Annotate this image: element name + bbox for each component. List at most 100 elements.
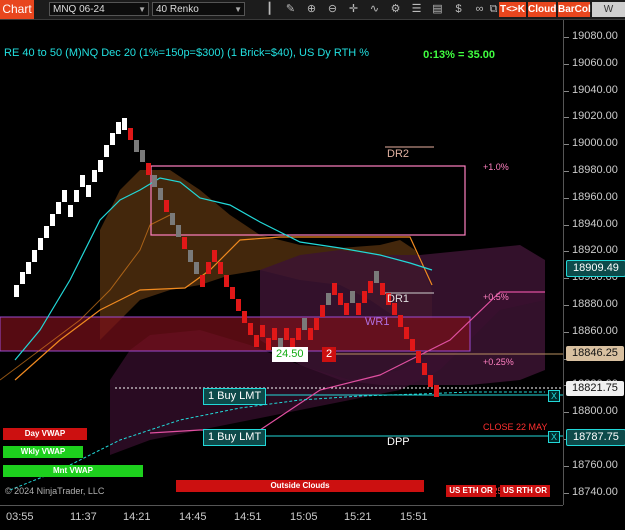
renko-brick-down xyxy=(176,225,181,237)
price-tick-label: 18940.00 xyxy=(572,217,618,230)
renko-brick-down xyxy=(368,281,373,293)
chart-toolbar: Chart MNQ 06-24 ▼ 40 Renko ▼ ┃ ✎ ⊕ ⊖ ✛ ∿… xyxy=(0,0,625,30)
renko-brick-down xyxy=(416,351,421,363)
link-icon[interactable]: ∞ xyxy=(472,2,487,17)
renko-brick-up xyxy=(26,262,31,274)
wkly-vwap-tag: Wkly VWAP xyxy=(3,446,83,458)
last-price-marker: 18821.75 xyxy=(566,381,624,396)
position-qty-box[interactable]: 2 xyxy=(322,347,337,362)
time-axis[interactable]: 03:55 11:37 14:21 14:45 14:51 15:05 15:2… xyxy=(0,505,563,530)
renko-brick-up xyxy=(92,170,97,182)
close-label: CLOSE 22 MAY xyxy=(483,422,548,432)
price-tick-label: 18740.00 xyxy=(572,485,618,498)
pct-025-label: +0.25% xyxy=(483,357,514,367)
renko-brick-down xyxy=(194,262,199,274)
renko-brick-down xyxy=(356,303,361,315)
renko-brick-down xyxy=(230,287,235,299)
indicators-icon[interactable]: ∿ xyxy=(367,2,382,17)
chart-menu-button[interactable]: Chart xyxy=(0,0,34,19)
tan-price-marker: 18846.25 xyxy=(566,346,624,361)
renko-brick-up xyxy=(116,122,121,134)
chart-title: RE 40 to 50 (M)NQ Dec 20 (1%=150p=$300) … xyxy=(4,47,370,59)
renko-brick-down xyxy=(332,283,337,295)
renko-brick-down xyxy=(350,291,355,303)
renko-brick-down xyxy=(362,291,367,303)
pct-05-label: +0.5% xyxy=(483,292,509,302)
barcol-toggle-button[interactable]: BarCol xyxy=(558,2,591,17)
order-price-marker: 18787.75 xyxy=(566,429,625,446)
renko-brick-up xyxy=(32,250,37,262)
crosshair-icon[interactable]: ✛ xyxy=(346,2,361,17)
cancel-order-button-2[interactable]: X xyxy=(548,431,560,443)
instrument-selector[interactable]: MNQ 06-24 ▼ xyxy=(49,2,149,16)
us-rth-or-tag: US RTH OR xyxy=(500,485,550,497)
zoom-in-icon[interactable]: ⊕ xyxy=(304,2,319,17)
price-tick-label: 19000.00 xyxy=(572,137,618,150)
current-price-marker: 18909.49 xyxy=(566,260,625,277)
renko-brick-up xyxy=(86,185,91,197)
cancel-order-button-1[interactable]: X xyxy=(548,390,560,402)
renko-brick-up xyxy=(74,190,79,202)
price-tick-label: 18980.00 xyxy=(572,164,618,176)
price-tick-mark xyxy=(564,465,569,467)
chevron-down-icon: ▼ xyxy=(138,5,146,14)
renko-brick-down xyxy=(308,328,313,340)
renko-brick-down xyxy=(302,318,307,330)
renko-brick-down xyxy=(344,303,349,315)
renko-brick-down xyxy=(380,283,385,295)
renko-brick-down xyxy=(164,200,169,212)
price-chart-panel[interactable]: RE 40 to 50 (M)NQ Dec 20 (1%=150p=$300) … xyxy=(0,20,563,505)
price-tick-mark xyxy=(564,197,569,199)
tk-toggle-button[interactable]: T<>K xyxy=(499,2,526,17)
renko-brick-down xyxy=(398,315,403,327)
buy-limit-order-1[interactable]: 1 Buy LMT xyxy=(203,388,267,405)
renko-brick-down xyxy=(152,175,157,187)
instrument-value: MNQ 06-24 xyxy=(53,4,105,15)
renko-brick-down xyxy=(272,328,277,340)
draw-tool-icon[interactable]: ✎ xyxy=(283,2,298,17)
price-tick-mark xyxy=(564,224,569,226)
vwap-toggle-button[interactable]: W VWAP xyxy=(592,2,625,30)
templates-icon[interactable]: ▤ xyxy=(430,2,445,17)
price-tick-label: 18800.00 xyxy=(572,405,618,418)
renko-brick-up xyxy=(50,214,55,226)
time-tick: 14:51 xyxy=(234,511,262,523)
renko-brick-down xyxy=(374,271,379,283)
price-axis[interactable]: 19080.00 19060.00 19040.00 19020.00 19000.00… xyxy=(563,20,625,505)
price-tick-label: 19080.00 xyxy=(572,30,618,42)
renko-brick-up xyxy=(56,202,61,214)
renko-brick-down xyxy=(200,275,205,287)
buy-limit-order-2[interactable]: 1 Buy LMT xyxy=(203,429,267,446)
day-vwap-tag: Day VWAP xyxy=(3,428,87,440)
bar-type-selector[interactable]: 40 Renko ▼ xyxy=(152,2,245,16)
outside-clouds-tag: Outside Clouds xyxy=(176,480,424,492)
renko-brick-down xyxy=(242,311,247,323)
renko-brick-down xyxy=(326,293,331,305)
renko-brick-up xyxy=(110,133,115,145)
price-tick-mark xyxy=(564,251,569,253)
zoom-out-icon[interactable]: ⊖ xyxy=(325,2,340,17)
strategies-icon[interactable]: ⚙ xyxy=(388,2,403,17)
time-tick: 03:55 xyxy=(6,511,34,523)
price-tick-label: 18860.00 xyxy=(572,324,618,337)
time-tick: 11:37 xyxy=(70,511,97,523)
copyright-text: © 2024 NinjaTrader, LLC xyxy=(5,486,105,496)
renko-brick-down xyxy=(266,338,271,350)
renko-brick-down xyxy=(206,262,211,274)
renko-brick-up xyxy=(62,190,67,202)
renko-brick-up xyxy=(122,118,127,130)
pct-1-label: +1.0% xyxy=(483,162,509,172)
cloud-toggle-button[interactable]: Cloud xyxy=(528,2,556,17)
renko-brick-down xyxy=(320,305,325,317)
chart-trader-icon[interactable]: $ xyxy=(451,2,466,17)
renko-brick-down xyxy=(212,250,217,262)
position-pnl-box[interactable]: 24.50 xyxy=(272,347,308,362)
bar-type-value: 40 Renko xyxy=(156,4,199,15)
time-tick: 14:45 xyxy=(179,511,207,523)
bar-style-icon[interactable]: ┃ xyxy=(262,2,277,17)
renko-brick-down xyxy=(170,213,175,225)
price-tick-label: 19060.00 xyxy=(572,56,618,69)
properties-icon[interactable]: ☰ xyxy=(409,2,424,17)
time-tick: 15:21 xyxy=(344,511,372,523)
renko-brick-down xyxy=(128,128,133,140)
